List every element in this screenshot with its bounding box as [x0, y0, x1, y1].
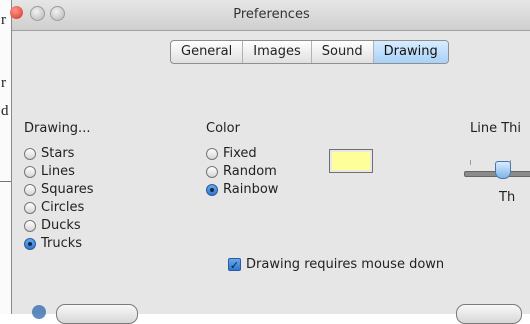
slider-tick — [470, 160, 471, 165]
color-label: Color — [206, 121, 240, 136]
radio-label: Stars — [41, 146, 75, 161]
tab-images[interactable]: Images — [243, 41, 312, 63]
bottom-left-button[interactable] — [56, 304, 138, 324]
radio-stars[interactable]: Stars — [24, 146, 74, 161]
radio-label: Trucks — [41, 236, 83, 251]
tab-sound[interactable]: Sound — [312, 41, 374, 63]
radio-label: Lines — [41, 164, 75, 179]
radio-button-icon[interactable] — [24, 201, 36, 214]
color-swatch[interactable] — [329, 149, 373, 173]
radio-button-selected-icon[interactable] — [206, 183, 218, 196]
radio-squares[interactable]: Squares — [24, 182, 94, 197]
checkbox-checked-icon[interactable]: ✓ — [228, 258, 241, 272]
radio-button-icon[interactable] — [24, 165, 36, 178]
window-title: Preferences — [233, 7, 310, 22]
doc-char: d — [1, 103, 9, 119]
doc-rule — [0, 181, 11, 182]
radio-circles[interactable]: Circles — [24, 200, 84, 215]
radio-rainbow[interactable]: Rainbow — [206, 182, 278, 197]
radio-lines[interactable]: Lines — [24, 164, 75, 179]
preferences-window: Preferences General Images Sound Drawing… — [10, 0, 530, 324]
radio-label: Rainbow — [223, 182, 279, 197]
radio-trucks[interactable]: Trucks — [24, 236, 82, 251]
line-thickness-label: Line Thi — [470, 121, 522, 136]
radio-label: Ducks — [41, 218, 81, 233]
drawing-label: Drawing... — [24, 121, 91, 136]
radio-button-icon[interactable] — [206, 165, 218, 178]
radio-button-icon[interactable] — [24, 147, 36, 160]
title-bar[interactable]: Preferences — [10, 0, 530, 31]
radio-fixed[interactable]: Fixed — [206, 146, 257, 161]
radio-button-icon[interactable] — [24, 183, 36, 196]
radio-button-selected-icon[interactable] — [24, 237, 36, 250]
radio-label: Random — [223, 164, 277, 179]
radio-button-icon[interactable] — [24, 219, 36, 232]
mouse-down-checkbox-row[interactable]: ✓ Drawing requires mouse down — [228, 257, 444, 272]
tab-bar: General Images Sound Drawing — [170, 40, 449, 64]
checkbox-label: Drawing requires mouse down — [246, 257, 445, 272]
line-thickness-slider-knob[interactable] — [495, 161, 511, 179]
bottom-right-button[interactable] — [456, 304, 522, 324]
tab-general[interactable]: General — [171, 41, 244, 63]
radio-label: Squares — [41, 182, 94, 197]
radio-button-icon[interactable] — [206, 147, 218, 160]
tab-drawing[interactable]: Drawing — [373, 41, 448, 63]
radio-ducks[interactable]: Ducks — [24, 218, 81, 233]
doc-char: r — [1, 75, 6, 91]
radio-label: Circles — [41, 200, 85, 215]
line-thickness-sub-label: Th — [499, 190, 516, 205]
help-button[interactable] — [32, 305, 46, 319]
doc-char: r — [1, 12, 6, 28]
radio-label: Fixed — [223, 146, 257, 161]
radio-random[interactable]: Random — [206, 164, 277, 179]
